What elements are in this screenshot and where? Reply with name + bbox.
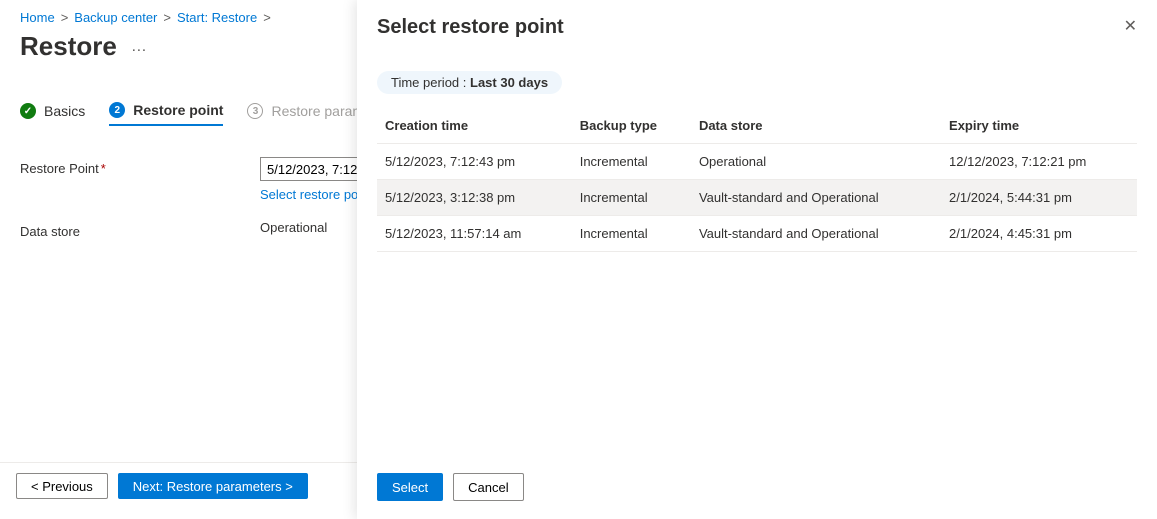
col-creation-time[interactable]: Creation time — [377, 108, 572, 144]
table-cell-expiry: 12/12/2023, 7:12:21 pm — [941, 144, 1137, 180]
breadcrumb-item-start-restore[interactable]: Start: Restore — [177, 10, 257, 25]
table-cell-backup-type: Incremental — [572, 216, 691, 252]
page-title: Restore — [20, 31, 117, 62]
table-row[interactable]: 5/12/2023, 7:12:43 pmIncrementalOperatio… — [377, 144, 1137, 180]
table-cell-expiry: 2/1/2024, 4:45:31 pm — [941, 216, 1137, 252]
step-number-icon: 3 — [247, 103, 263, 119]
breadcrumb-sep: > — [163, 10, 171, 25]
panel-footer: Select Cancel — [357, 459, 1157, 519]
previous-button[interactable]: < Previous — [16, 473, 108, 499]
step-restore-point[interactable]: 2 Restore point — [109, 102, 223, 126]
step-basics[interactable]: ✓ Basics — [20, 103, 85, 125]
time-period-value: Last 30 days — [470, 75, 548, 90]
col-backup-type[interactable]: Backup type — [572, 108, 691, 144]
data-store-value: Operational — [260, 220, 327, 235]
table-cell-creation: 5/12/2023, 11:57:14 am — [377, 216, 572, 252]
table-cell-creation: 5/12/2023, 3:12:38 pm — [377, 180, 572, 216]
time-period-label: Time period : — [391, 75, 470, 90]
table-cell-expiry: 2/1/2024, 5:44:31 pm — [941, 180, 1137, 216]
table-cell-creation: 5/12/2023, 7:12:43 pm — [377, 144, 572, 180]
step-number-icon: 2 — [109, 102, 125, 118]
table-cell-data-store: Operational — [691, 144, 941, 180]
select-button[interactable]: Select — [377, 473, 443, 501]
table-cell-data-store: Vault-standard and Operational — [691, 216, 941, 252]
table-row[interactable]: 5/12/2023, 11:57:14 amIncrementalVault-s… — [377, 216, 1137, 252]
time-period-filter[interactable]: Time period : Last 30 days — [377, 71, 562, 94]
select-restore-point-link[interactable]: Select restore point — [260, 187, 372, 202]
table-cell-backup-type: Incremental — [572, 180, 691, 216]
more-icon[interactable]: … — [131, 38, 147, 56]
cancel-button[interactable]: Cancel — [453, 473, 523, 501]
breadcrumb-sep: > — [61, 10, 69, 25]
close-icon[interactable]: ✕ — [1124, 16, 1137, 36]
select-restore-point-panel: Select restore point ✕ Time period : Las… — [357, 0, 1157, 519]
check-icon: ✓ — [20, 103, 36, 119]
step-label: Restore point — [133, 102, 223, 118]
restore-point-label: Restore Point* — [20, 157, 260, 176]
data-store-label: Data store — [20, 220, 260, 239]
table-row[interactable]: 5/12/2023, 3:12:38 pmIncrementalVault-st… — [377, 180, 1137, 216]
restore-points-table: Creation time Backup type Data store Exp… — [377, 108, 1137, 252]
step-label: Basics — [44, 103, 85, 119]
breadcrumb-item-home[interactable]: Home — [20, 10, 55, 25]
panel-title: Select restore point — [377, 16, 564, 39]
col-expiry-time[interactable]: Expiry time — [941, 108, 1137, 144]
breadcrumb-item-backup-center[interactable]: Backup center — [74, 10, 157, 25]
table-cell-backup-type: Incremental — [572, 144, 691, 180]
next-button[interactable]: Next: Restore parameters > — [118, 473, 308, 499]
table-cell-data-store: Vault-standard and Operational — [691, 180, 941, 216]
breadcrumb-sep: > — [263, 10, 271, 25]
col-data-store[interactable]: Data store — [691, 108, 941, 144]
